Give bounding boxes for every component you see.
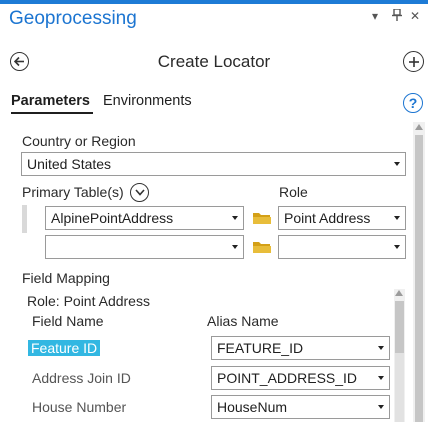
folder-icon[interactable] xyxy=(252,211,272,225)
help-icon[interactable]: ? xyxy=(403,93,423,113)
alias-dropdown-house-number[interactable]: HouseNum xyxy=(211,395,390,419)
alias-dropdown-address-join-id[interactable]: POINT_ADDRESS_ID xyxy=(211,366,390,390)
field-name-address-join-id[interactable]: Address Join ID xyxy=(32,370,131,386)
role-dropdown-empty[interactable] xyxy=(278,235,406,259)
country-label: Country or Region xyxy=(22,133,136,149)
add-button[interactable] xyxy=(403,51,424,72)
role-value: Point Address xyxy=(284,210,371,226)
pane-title: Geoprocessing xyxy=(9,8,137,29)
plus-icon xyxy=(408,56,419,67)
role-label: Role xyxy=(279,184,308,200)
pane-menu-icon[interactable]: ▾ xyxy=(372,9,378,23)
tab-parameters[interactable]: Parameters xyxy=(11,93,90,109)
chevron-down-icon xyxy=(378,376,384,380)
primary-tables-label: Primary Table(s) xyxy=(22,184,124,200)
primary-table-dropdown-empty[interactable] xyxy=(45,235,244,259)
role-dropdown[interactable]: Point Address xyxy=(278,206,406,230)
tool-title: Create Locator xyxy=(157,52,271,71)
row-drag-handle[interactable] xyxy=(22,205,27,233)
field-scroll-lower-thumb xyxy=(395,353,404,422)
folder-icon[interactable] xyxy=(252,240,272,254)
pane-scroll-thumb[interactable] xyxy=(415,135,423,422)
country-value: United States xyxy=(27,156,112,172)
alias-value: FEATURE_ID xyxy=(217,340,304,356)
field-name-feature-id[interactable]: Feature ID xyxy=(28,340,101,356)
pane-scroll-up-icon[interactable] xyxy=(415,124,423,130)
primary-table-dropdown[interactable]: AlpinePointAddress xyxy=(45,206,244,230)
chevron-down-icon xyxy=(134,189,145,196)
chevron-down-icon xyxy=(378,346,384,350)
chevron-down-icon xyxy=(394,162,400,166)
chevron-down-icon xyxy=(232,245,238,249)
alias-value: POINT_ADDRESS_ID xyxy=(217,370,358,386)
primary-table-value: AlpinePointAddress xyxy=(51,210,174,226)
column-header-field-name: Field Name xyxy=(32,313,104,329)
top-accent-bar xyxy=(0,0,428,4)
field-name-house-number[interactable]: House Number xyxy=(32,399,126,415)
chevron-down-icon xyxy=(378,405,384,409)
chevron-down-icon xyxy=(232,216,238,220)
column-header-alias-name: Alias Name xyxy=(207,313,279,329)
alias-value: HouseNum xyxy=(217,399,288,415)
chevron-down-icon xyxy=(394,245,400,249)
close-icon[interactable]: ✕ xyxy=(410,9,420,23)
field-scroll-up-icon[interactable] xyxy=(395,290,403,296)
country-dropdown[interactable]: United States xyxy=(21,152,406,176)
pin-icon[interactable] xyxy=(392,8,402,24)
tab-active-underline xyxy=(11,112,93,114)
field-scroll-thumb[interactable] xyxy=(395,301,404,353)
field-mapping-label: Field Mapping xyxy=(22,270,110,286)
tab-environments[interactable]: Environments xyxy=(103,93,192,109)
chevron-down-icon xyxy=(394,216,400,220)
expand-tables-button[interactable] xyxy=(130,183,149,202)
role-caption: Role: Point Address xyxy=(27,293,150,309)
alias-dropdown-feature-id[interactable]: FEATURE_ID xyxy=(211,336,390,360)
